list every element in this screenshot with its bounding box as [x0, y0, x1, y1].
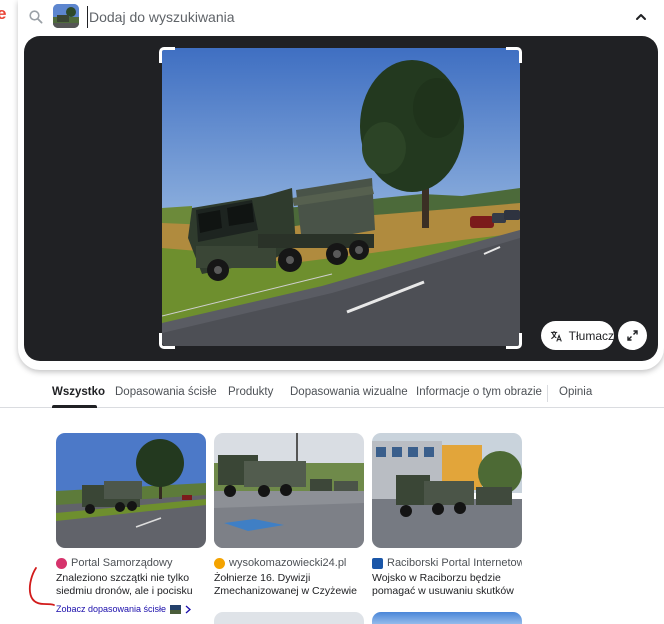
tab-products[interactable]: Produkty — [228, 386, 273, 398]
google-logo-fragment: e — [0, 4, 7, 23]
crop-handle-bottom-left[interactable] — [159, 333, 175, 349]
fullscreen-icon — [627, 330, 638, 341]
query-image[interactable] — [162, 48, 520, 346]
translate-label: Tłumacz — [568, 328, 614, 343]
image-viewer: Tłumacz — [24, 36, 658, 361]
red-pen-annotation — [28, 567, 55, 606]
tab-divider — [547, 385, 548, 402]
tab-about-image[interactable]: Informacje o tym obrazie — [416, 386, 542, 398]
crop-handle-top-left[interactable] — [159, 47, 175, 63]
chevron-up-icon[interactable] — [631, 7, 651, 27]
result-image[interactable] — [56, 433, 206, 548]
result-source[interactable]: Raciborski Portal Internetowy — [372, 555, 522, 571]
result-title[interactable]: Wojsko w Raciborzu będzie pomagać w usuw… — [372, 572, 522, 598]
result-source[interactable]: wysokomazowiecki24.pl — [214, 555, 364, 571]
chevron-right-icon — [185, 605, 192, 613]
tab-all[interactable]: Wszystko — [52, 386, 105, 398]
result-source[interactable]: Portal Samorządowy — [56, 555, 206, 571]
result-image[interactable] — [214, 433, 364, 548]
result-card-next-row[interactable] — [372, 612, 522, 624]
result-title[interactable]: Żołnierze 16. Dywizji Zmechanizowanej w … — [214, 572, 364, 598]
query-image-thumbnail[interactable] — [53, 4, 79, 28]
google-lens-page: e Dodaj do wyszukiwania Tłumacz Wszystko… — [0, 0, 664, 624]
result-card-next-row[interactable] — [214, 612, 364, 624]
result-tabs: Wszystko Dopasowania ścisłe Produkty Dop… — [0, 378, 664, 408]
wysokomazowiecki-favicon — [214, 557, 225, 569]
image-thumbnail-icon — [170, 604, 182, 614]
result-source-name: Raciborski Portal Internetowy — [387, 557, 522, 569]
result-title[interactable]: Znaleziono szczątki nie tylko siedmiu dr… — [56, 572, 206, 598]
raciborski-portal-favicon — [372, 557, 383, 569]
see-exact-matches-label: Zobacz dopasowania ścisłe — [56, 604, 167, 614]
result-image[interactable] — [372, 433, 522, 548]
tab-visual-matches[interactable]: Dopasowania wizualne — [290, 386, 408, 398]
search-input[interactable] — [87, 6, 567, 28]
result-source-name: Portal Samorządowy — [71, 557, 173, 569]
feedback-link[interactable]: Opinia — [559, 386, 592, 398]
tab-exact-matches[interactable]: Dopasowania ścisłe — [115, 386, 217, 398]
crop-handle-top-right[interactable] — [506, 47, 522, 63]
crop-handle-bottom-right[interactable] — [506, 333, 522, 349]
search-bar — [18, 0, 664, 34]
translate-button[interactable]: Tłumacz — [541, 321, 614, 350]
portal-samorzadowy-favicon — [56, 557, 67, 569]
see-exact-matches-link[interactable]: Zobacz dopasowania ścisłe — [56, 604, 192, 614]
active-tab-indicator — [52, 405, 97, 408]
search-panel: Tłumacz — [18, 0, 664, 370]
result-source-name: wysokomazowiecki24.pl — [229, 557, 347, 569]
translate-icon — [550, 330, 562, 342]
search-icon — [29, 10, 43, 24]
fullscreen-button[interactable] — [618, 321, 647, 350]
